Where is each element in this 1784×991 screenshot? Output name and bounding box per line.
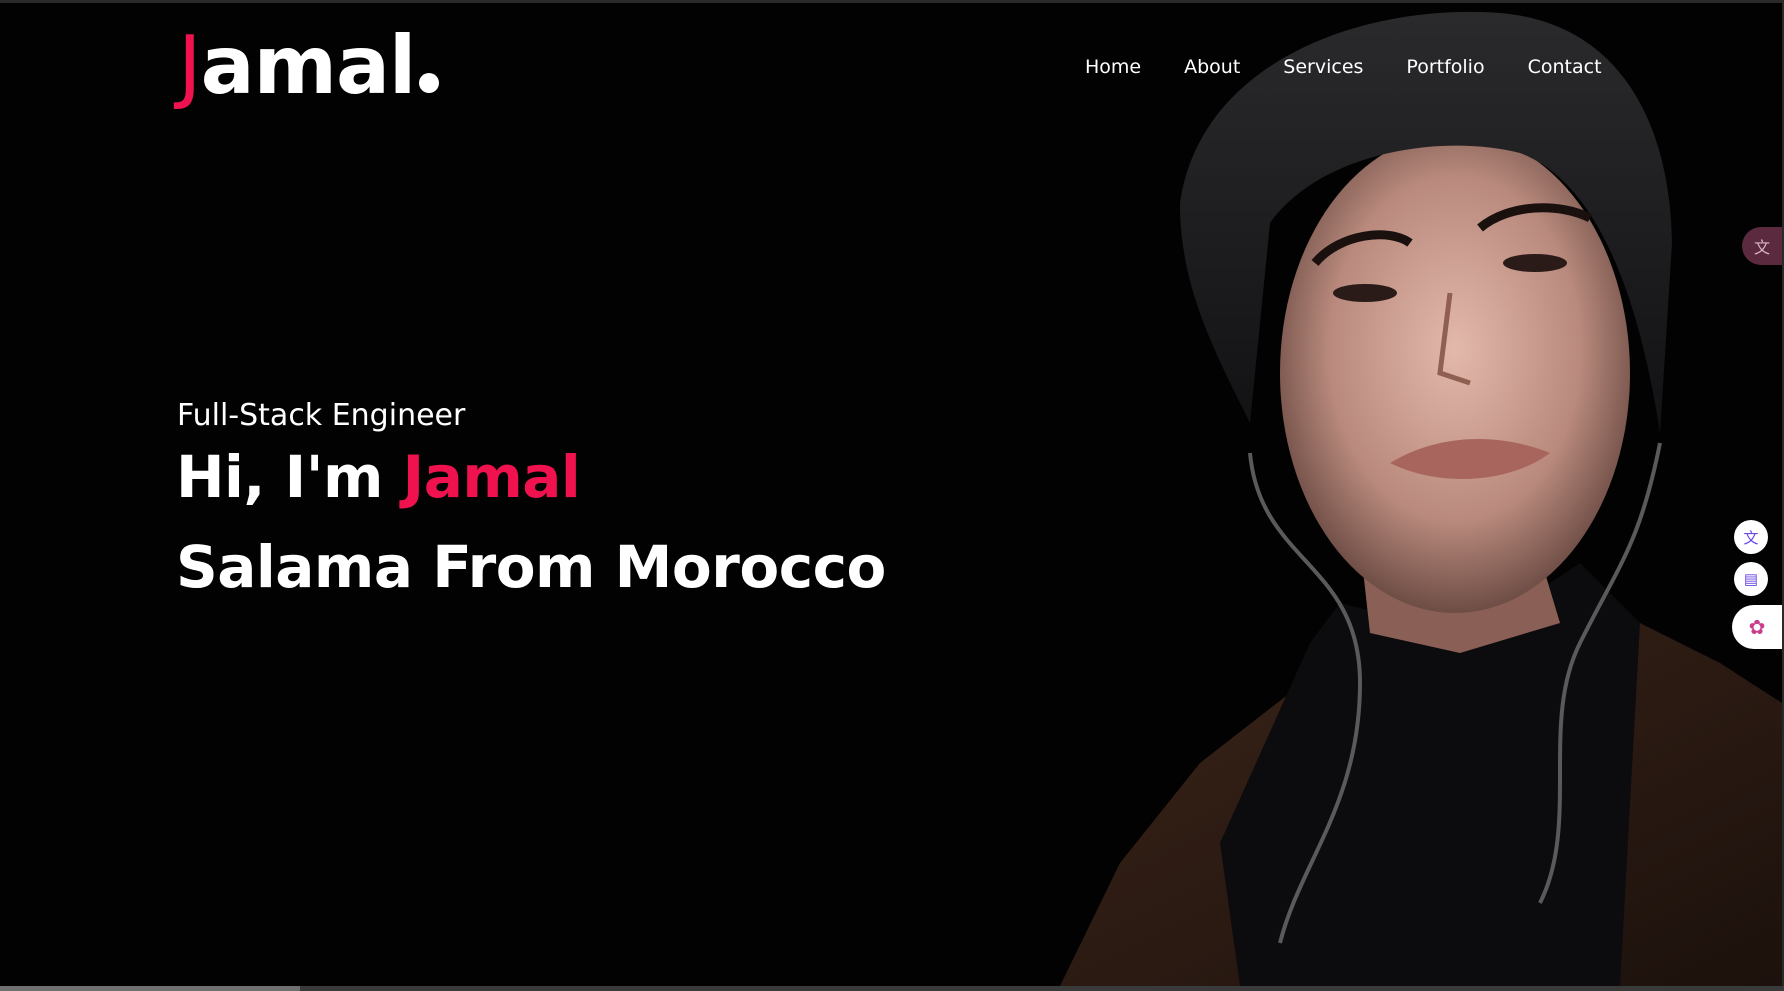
- logo-initial: J: [178, 19, 202, 112]
- hero-role: Full-Stack Engineer: [177, 398, 466, 433]
- hero-portrait-image: [1060, 3, 1782, 986]
- book-icon[interactable]: ▤: [1734, 562, 1768, 596]
- hero-name: Jamal: [402, 443, 581, 511]
- main-nav: Home About Services Portfolio Contact: [1085, 53, 1645, 81]
- hero-greeting-line: Hi, I'm Jamal: [176, 443, 581, 511]
- horizontal-scrollbar[interactable]: [0, 986, 1784, 991]
- nav-portfolio[interactable]: Portfolio: [1406, 53, 1484, 81]
- translate-icon[interactable]: 文: [1742, 227, 1782, 265]
- nav-about[interactable]: About: [1184, 53, 1240, 81]
- logo-text: amal: [200, 19, 417, 112]
- nav-services[interactable]: Services: [1283, 53, 1363, 81]
- nav-home[interactable]: Home: [1085, 53, 1141, 81]
- nav-contact[interactable]: Contact: [1528, 53, 1602, 81]
- page-viewport: Jamal Home About Services Portfolio Cont…: [0, 3, 1782, 986]
- hero-tagline: Salama From Morocco: [176, 533, 886, 601]
- logo-dot-icon: [419, 73, 440, 93]
- hero-greeting: Hi, I'm: [176, 443, 383, 511]
- browser-frame: Jamal Home About Services Portfolio Cont…: [0, 0, 1784, 991]
- translate-icon[interactable]: 文: [1734, 520, 1768, 554]
- scrollbar-thumb[interactable]: [0, 986, 300, 991]
- brain-icon[interactable]: ✿: [1732, 605, 1782, 649]
- site-logo[interactable]: Jamal: [178, 19, 440, 112]
